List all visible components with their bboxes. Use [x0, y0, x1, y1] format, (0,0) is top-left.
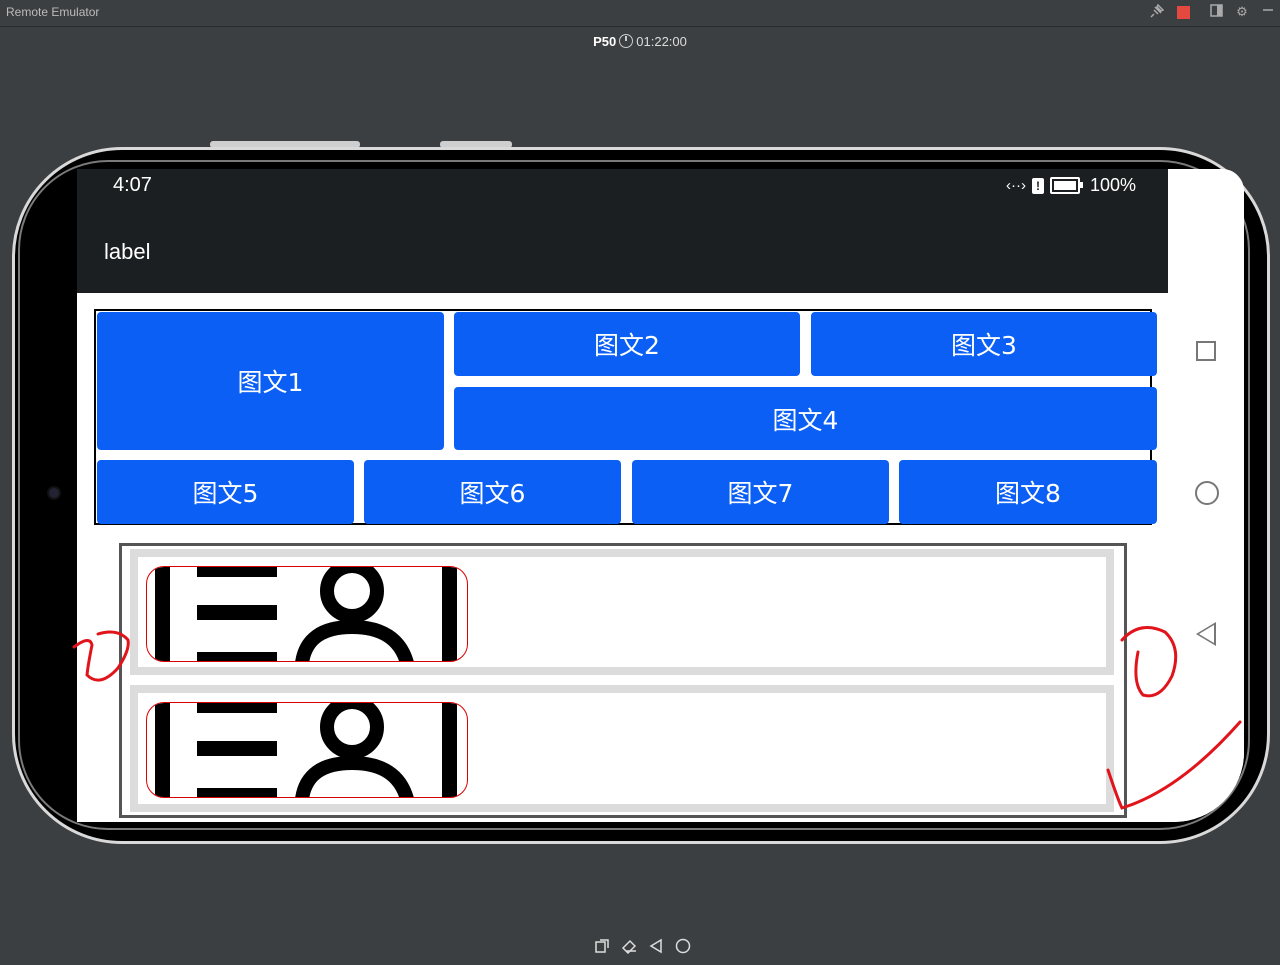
annotation-overlay: [72, 626, 1242, 810]
rotate-icon[interactable]: [593, 937, 611, 955]
back-icon[interactable]: [647, 937, 665, 955]
home-icon[interactable]: [674, 937, 692, 955]
annotation-circle-right: [1120, 626, 1178, 698]
emulator-toolbar: [593, 937, 692, 955]
annotation-check-mark: [1106, 720, 1242, 810]
eraser-icon[interactable]: [620, 937, 638, 955]
annotation-circle-left: [72, 630, 130, 682]
